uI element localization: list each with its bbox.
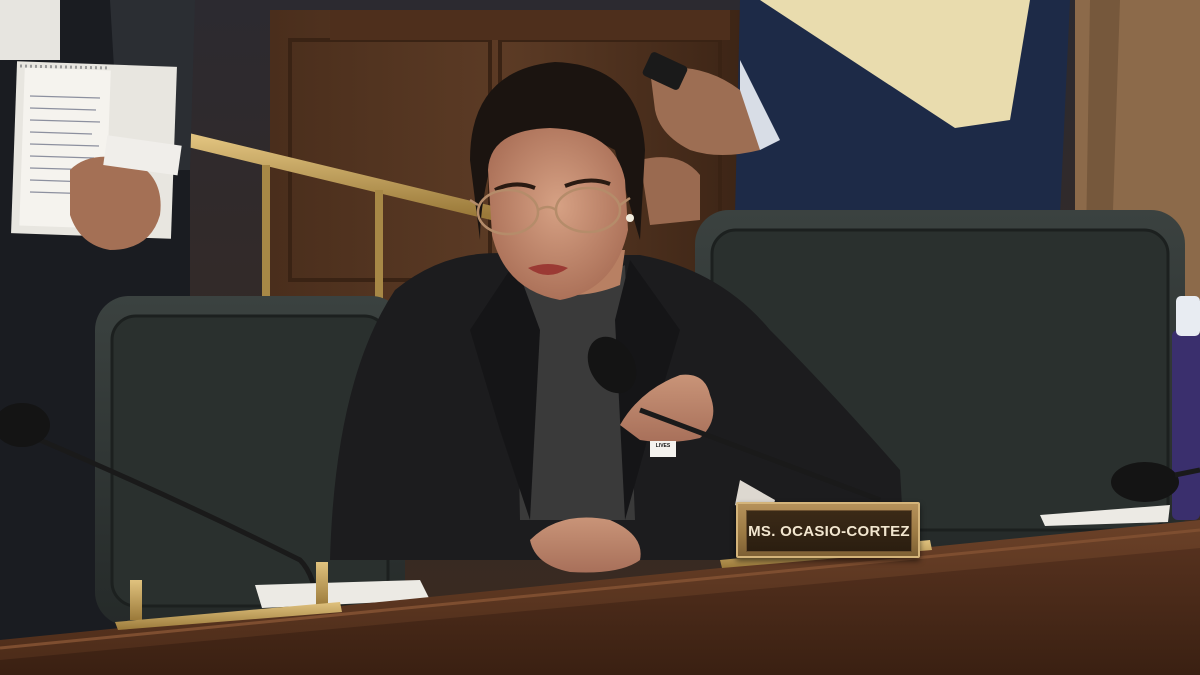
nameplate-label: MS. OCASIO-CORTEZ [748, 522, 910, 540]
hearing-video-frame: LIVES MS. OCASIO-CORTEZ [0, 0, 1200, 675]
scene-illustration [0, 0, 1200, 675]
nameplate-face: MS. OCASIO-CORTEZ [746, 510, 912, 552]
lapel-pin-text: LIVES [650, 441, 676, 457]
nameplate: MS. OCASIO-CORTEZ [736, 502, 920, 558]
